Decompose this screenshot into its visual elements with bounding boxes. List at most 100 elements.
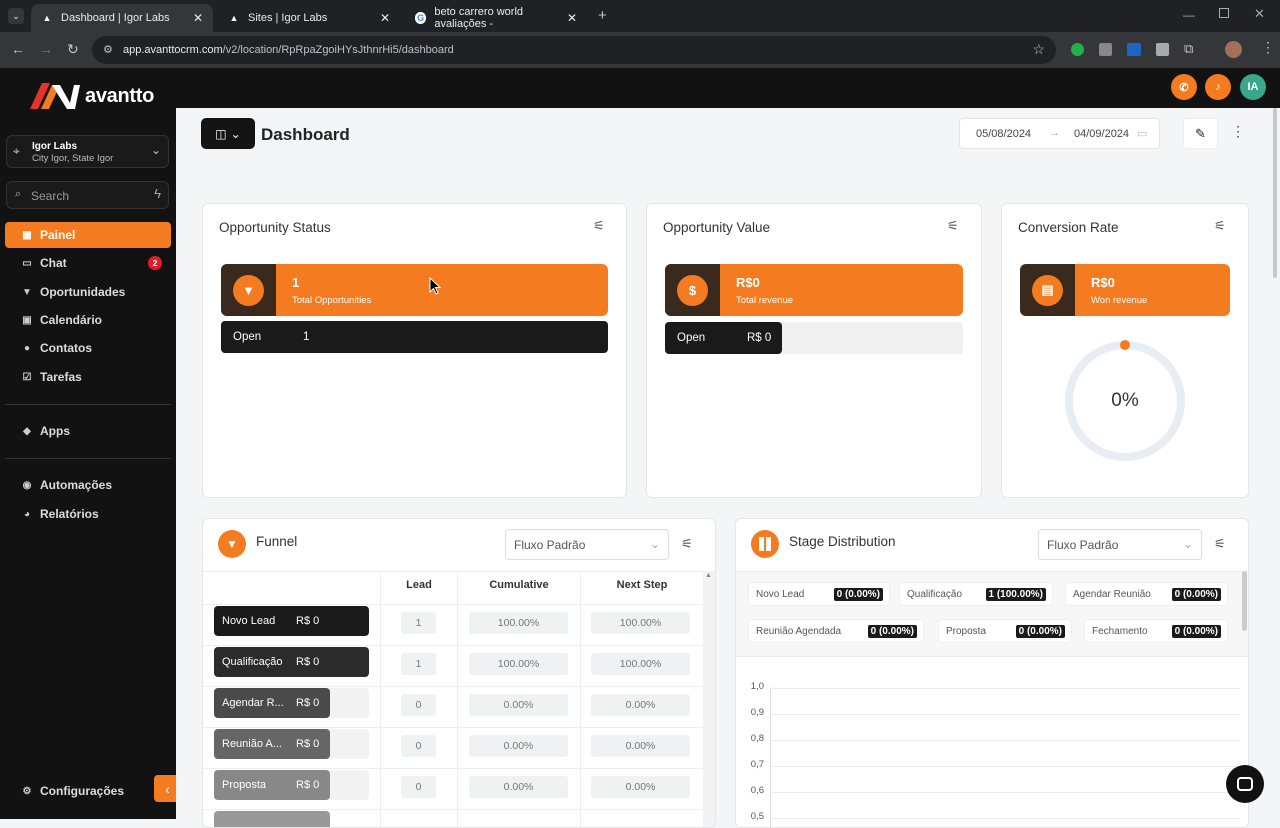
date-range-picker[interactable]: 05/08/2024 → 04/09/2024 ▭	[959, 118, 1160, 149]
forward-icon[interactable]: →	[39, 41, 53, 57]
layout-icon: ◫	[215, 126, 227, 141]
cumulative-cell: 0.00%	[469, 776, 568, 798]
open-value-row: Open R$ 0	[665, 322, 782, 354]
funnel-icon: ▼	[218, 530, 246, 558]
tab-title: beto carrero world avaliações -	[434, 6, 524, 30]
sidebar-item-calendario[interactable]: ▣ Calendário	[5, 307, 171, 333]
location-switcher[interactable]: ⌖ Igor Labs City Igor, State Igor ⌄	[6, 135, 169, 168]
browser-tab-bar: ⌄ ▲ Dashboard | Igor Labs ✕ ▲ Sites | Ig…	[0, 0, 1280, 32]
stage-pill: Proposta R$ 0	[214, 770, 330, 800]
chevron-down-icon: ⌄	[150, 143, 161, 157]
browser-tab-google[interactable]: G beto carrero world avaliações - ✕	[405, 4, 587, 32]
extensions-puzzle-icon[interactable]: ⧉	[1184, 41, 1193, 57]
close-tab-icon[interactable]: ✕	[567, 11, 577, 25]
chip-label: Fechamento	[1092, 625, 1148, 637]
card-title: Funnel	[256, 534, 298, 549]
report-icon: ◕	[23, 508, 31, 520]
phone-call-button[interactable]: ✆	[1171, 74, 1197, 100]
column-header: Cumulative	[489, 579, 549, 591]
browser-tab-dashboard[interactable]: ▲ Dashboard | Igor Labs ✕	[31, 4, 213, 32]
reload-icon[interactable]: ↻	[67, 41, 79, 58]
quick-action-bolt-icon[interactable]: ϟ	[154, 186, 161, 201]
browser-menu-icon[interactable]: ⋮	[1261, 39, 1275, 56]
y-tick-label: 0,6	[750, 785, 764, 796]
page-scrollbar[interactable]	[1273, 108, 1277, 278]
filter-settings-icon[interactable]: ⚟	[1214, 536, 1226, 552]
sidebar-item-painel[interactable]: ▦ Painel	[5, 222, 171, 248]
chip-value: 0 (0.00%)	[867, 625, 917, 638]
stage-pipeline-select[interactable]: Fluxo Padrão ⌄	[1038, 529, 1202, 560]
address-bar[interactable]: ⚙ app.avanttocrm.com/v2/location/RpRpaZg…	[92, 36, 1056, 64]
extension-tool-icon[interactable]	[1156, 43, 1169, 56]
sidebar-item-oportunidades[interactable]: ▼ Oportunidades	[5, 279, 171, 305]
avantto-logo-icon	[30, 83, 80, 109]
back-icon[interactable]: ←	[11, 41, 25, 57]
user-avatar[interactable]: IA	[1240, 74, 1266, 100]
funnel-pipeline-select[interactable]: Fluxo Padrão ⌄	[505, 529, 669, 560]
dashboard-switcher-button[interactable]: ◫ ⌄	[201, 118, 255, 149]
stage-chip: Reunião Agendada 0 (0.00%)	[748, 619, 924, 643]
sidebar-search-input[interactable]: ⌕ Search ϟ	[6, 181, 169, 209]
chevron-down-icon: ⌄	[1182, 537, 1193, 551]
maximize-window-icon[interactable]	[1219, 8, 1229, 18]
sidebar-item-apps[interactable]: ◆ Apps	[5, 418, 171, 444]
extension-green-icon[interactable]	[1071, 43, 1084, 56]
chat-bubble-icon	[1237, 777, 1253, 791]
browser-tab-sites[interactable]: ▲ Sites | Igor Labs ✕	[218, 4, 400, 32]
filter-settings-icon[interactable]: ⚟	[947, 218, 959, 234]
new-tab-icon[interactable]: +	[598, 7, 607, 24]
chip-label: Reunião Agendada	[756, 625, 842, 637]
dashboard-icon: ▦	[22, 229, 32, 241]
funnel-scrollbar[interactable]: ▲	[703, 571, 715, 827]
filter-settings-icon[interactable]: ⚟	[1214, 218, 1226, 234]
stage-value: R$ 0	[296, 656, 320, 668]
sidebar-item-relatorios[interactable]: ◕ Relatórios	[5, 501, 171, 527]
more-options-icon[interactable]: ⋮	[1231, 123, 1245, 140]
stage-name: Reunião A...	[222, 738, 282, 750]
brand-logo[interactable]: avantto	[30, 83, 154, 109]
profile-avatar[interactable]	[1225, 41, 1242, 58]
minimize-window-icon[interactable]: —	[1183, 8, 1195, 22]
stat-value: R$0	[736, 275, 760, 290]
close-tab-icon[interactable]: ✕	[380, 11, 390, 25]
chevron-down-icon: ⌄	[230, 126, 241, 141]
automation-icon: ◉	[22, 479, 32, 491]
notifications-button[interactable]: ♪	[1205, 74, 1231, 100]
sidebar-item-automacoes[interactable]: ◉ Automações	[5, 472, 171, 498]
stat-value: R$0	[1091, 275, 1115, 290]
edit-dashboard-button[interactable]: ✎	[1183, 118, 1218, 149]
stage-chip: Qualificação 1 (100.00%)	[899, 582, 1053, 606]
select-value: Fluxo Padrão	[514, 538, 586, 552]
close-window-icon[interactable]: ✕	[1254, 6, 1265, 22]
apps-icon: ◆	[23, 425, 31, 437]
chat-widget-button[interactable]	[1226, 765, 1264, 803]
sidebar-item-configuracoes[interactable]: ⚙ Configurações	[5, 778, 171, 804]
conversion-rate-card: Conversion Rate ⚟ ▤ R$0 Won revenue 0%	[1001, 203, 1249, 498]
extension-word-icon[interactable]	[1127, 43, 1141, 56]
tab-list-icon[interactable]: ⌄	[8, 8, 24, 24]
task-icon: ☑	[22, 371, 32, 383]
sidebar-item-tarefas[interactable]: ☑ Tarefas	[5, 364, 171, 390]
sidebar-divider	[5, 404, 171, 405]
sidebar-item-label: Automações	[40, 478, 113, 492]
extension-code-icon[interactable]	[1099, 43, 1112, 56]
close-tab-icon[interactable]: ✕	[193, 11, 203, 25]
site-info-icon[interactable]: ⚙	[103, 43, 113, 56]
cumulative-cell: 100.00%	[469, 653, 568, 675]
stage-distribution-plot: 1,0 0,9 0,8 0,7 0,6 0,5	[736, 681, 1248, 827]
chip-value: 0 (0.00%)	[1015, 625, 1065, 638]
filter-settings-icon[interactable]: ⚟	[593, 218, 605, 234]
sidebar-item-contatos[interactable]: ● Contatos	[5, 335, 171, 361]
stage-distribution-card: Stage Distribution Fluxo Padrão ⌄ ⚟ Novo…	[735, 518, 1249, 828]
filter-settings-icon[interactable]: ⚟	[681, 536, 693, 552]
y-tick-label: 1,0	[750, 681, 764, 692]
card-title: Opportunity Value	[663, 220, 771, 235]
column-header: Next Step	[616, 579, 668, 591]
bookmark-star-icon[interactable]: ☆	[1032, 41, 1045, 58]
chips-scrollbar[interactable]	[1242, 571, 1247, 631]
funnel-card: ▼ Funnel Fluxo Padrão ⌄ ⚟ ▲ Lead Cumulat…	[202, 518, 716, 828]
app-top-bar: ✆ ♪ IA	[176, 68, 1280, 108]
sidebar-item-chat[interactable]: ▭ Chat 2	[5, 250, 171, 276]
sidebar-item-label: Painel	[40, 228, 76, 242]
chip-value: 0 (0.00%)	[833, 588, 883, 601]
